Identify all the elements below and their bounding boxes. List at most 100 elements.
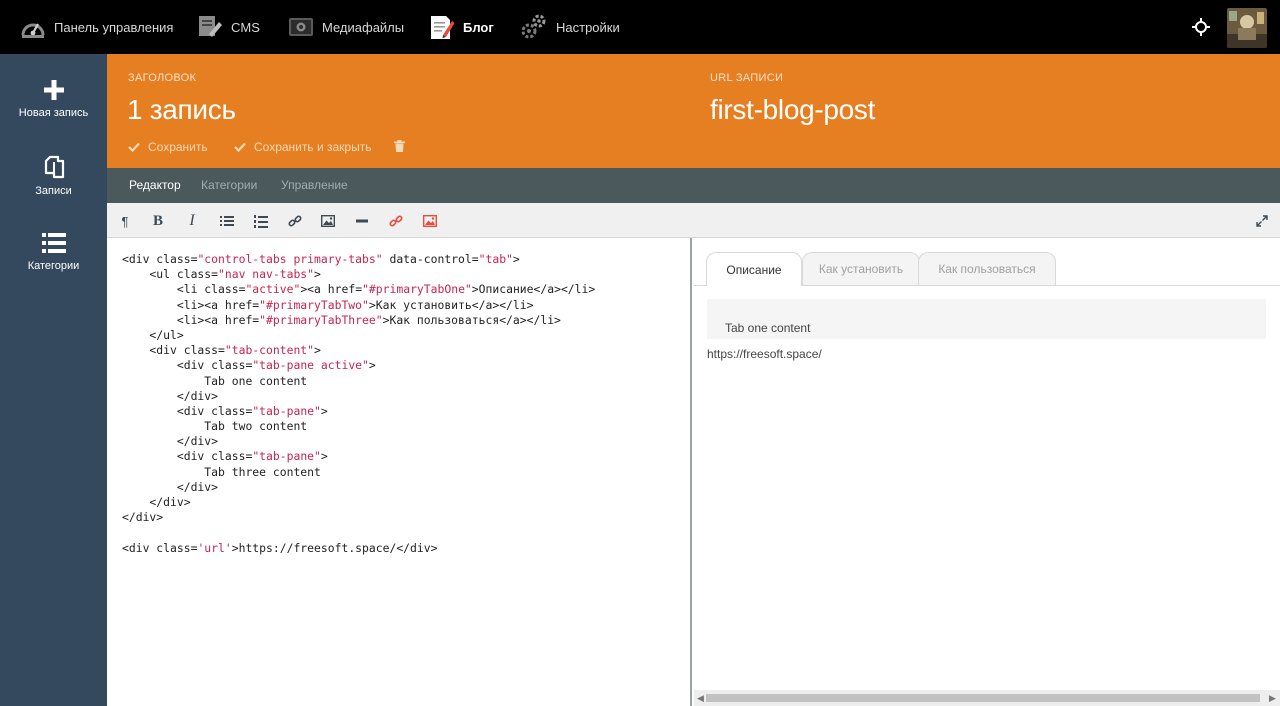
blog-icon xyxy=(431,16,455,39)
preview-tab-description[interactable]: Описание xyxy=(706,252,802,286)
code-token: Tab two content xyxy=(122,419,308,434)
scrollbar-thumb[interactable] xyxy=(706,694,1260,702)
tab-management[interactable]: Управление xyxy=(281,178,348,192)
title-label: ЗАГОЛОВОК xyxy=(128,72,197,84)
code-token: </div> xyxy=(122,479,219,494)
code-token: </div> xyxy=(122,510,164,525)
sidebar: Новая запись Записи Категории xyxy=(0,54,107,706)
media-icon xyxy=(289,18,313,36)
crosshair-icon[interactable] xyxy=(1192,18,1210,41)
code-string: "#primaryTabTwo" xyxy=(259,297,369,312)
list-icon xyxy=(41,233,66,253)
save-button[interactable]: Сохранить xyxy=(128,140,208,154)
italic-icon[interactable]: I xyxy=(182,211,202,231)
code-string: "tab-content" xyxy=(224,343,315,358)
delete-button[interactable] xyxy=(394,140,413,152)
url-label: URL ЗАПИСИ xyxy=(710,72,784,84)
code-token: <li><a href= xyxy=(122,312,260,327)
code-line: </div> xyxy=(122,510,595,525)
sidebar-item-categories[interactable]: Категории xyxy=(0,232,107,272)
image-icon[interactable] xyxy=(318,211,338,231)
tab-editor[interactable]: Редактор xyxy=(129,178,181,192)
bold-icon[interactable]: B xyxy=(148,211,168,231)
code-token: >https://freesoft.space/</div> xyxy=(231,540,438,555)
code-string: "#primaryTabThree" xyxy=(259,312,383,327)
tab-categories[interactable]: Категории xyxy=(201,178,257,192)
code-token: >Описание</a></li> xyxy=(471,282,596,297)
code-token: <div class= xyxy=(122,540,198,555)
code-token: <div class= xyxy=(122,403,253,418)
nav-cms-label: CMS xyxy=(231,19,260,35)
nav-blog-label: Блог xyxy=(463,19,494,35)
code-line: Tab two content xyxy=(122,419,595,434)
sidebar-item-new-post[interactable]: Новая запись xyxy=(0,79,107,119)
preview-url: https://freesoft.space/ xyxy=(707,347,822,361)
url-input[interactable]: first-blog-post xyxy=(710,94,875,126)
scroll-right-icon[interactable]: ▶ xyxy=(1269,693,1276,704)
code-token: > xyxy=(314,267,321,282)
scroll-left-icon[interactable]: ◀ xyxy=(697,693,704,704)
settings-icon xyxy=(521,14,546,39)
code-token: </div> xyxy=(122,434,219,449)
code-text[interactable]: <div class= "control-tabs primary-tabs" d… xyxy=(122,252,595,556)
code-line: </div> xyxy=(122,389,595,404)
code-token: <div class= xyxy=(122,449,253,464)
code-string: "tab-pane" xyxy=(252,449,321,464)
preview-tab-usage[interactable]: Как пользоваться xyxy=(918,252,1056,285)
code-token: Tab three content xyxy=(122,464,321,479)
code-token: > xyxy=(320,403,328,418)
check-icon xyxy=(234,142,246,152)
code-line: <li><a href="#primaryTabThree">Как польз… xyxy=(122,313,595,328)
fullscreen-icon[interactable] xyxy=(1252,211,1272,231)
sidebar-item-label: Новая запись xyxy=(18,107,89,119)
code-line: <div class="tab-pane active"> xyxy=(122,358,595,373)
code-line: Tab three content xyxy=(122,465,595,480)
title-input[interactable]: 1 запись xyxy=(127,94,236,126)
save-close-button[interactable]: Сохранить и закрыть xyxy=(234,140,371,154)
bullet-list-icon[interactable] xyxy=(217,211,237,231)
save-close-label: Сохранить и закрыть xyxy=(254,140,372,154)
code-line: Tab one content xyxy=(122,374,595,389)
code-line: <ul class="nav nav-tabs"> xyxy=(122,267,595,282)
code-line: </div> xyxy=(122,434,595,449)
code-line: <li class="active"><a href="#primaryTabO… xyxy=(122,282,595,297)
code-line: <li><a href="#primaryTabTwo">Как установ… xyxy=(122,298,595,313)
link-icon[interactable] xyxy=(285,211,305,231)
code-line: <div class="tab-pane"> xyxy=(122,449,595,464)
nav-media[interactable]: Медиафайлы xyxy=(288,0,404,54)
media-link-icon[interactable] xyxy=(386,211,406,231)
code-line: </div> xyxy=(122,495,595,510)
code-string: "control-tabs primary-tabs" xyxy=(197,252,383,266)
code-line: </ul> xyxy=(122,328,595,343)
paragraph-icon[interactable]: ¶ xyxy=(115,211,135,231)
horizontal-scrollbar[interactable]: ◀ ▶ xyxy=(694,690,1280,706)
nav-dashboard[interactable]: Панель управления xyxy=(20,0,173,54)
code-token: <ul class= xyxy=(122,267,219,282)
code-string: "tab" xyxy=(478,252,513,266)
media-image-icon[interactable] xyxy=(420,211,440,231)
preview-tab-install[interactable]: Как установить xyxy=(802,252,920,285)
nav-media-label: Медиафайлы xyxy=(322,19,405,35)
code-token: <div class= xyxy=(122,343,225,358)
nav-settings[interactable]: Настройки xyxy=(520,0,620,54)
code-token: </div> xyxy=(122,388,219,403)
code-token: >Как установить</a></li> xyxy=(368,297,534,312)
preview-pane: Описание Как установить Как пользоваться… xyxy=(694,238,1280,706)
code-editor[interactable]: <div class= "control-tabs primary-tabs" d… xyxy=(107,238,692,706)
code-token: <li><a href= xyxy=(122,297,260,312)
code-token: >Как пользоваться</a></li> xyxy=(382,312,561,327)
nav-blog[interactable]: Блог xyxy=(429,0,494,54)
post-header: ЗАГОЛОВОК 1 запись URL ЗАПИСИ first-blog… xyxy=(107,54,1280,168)
numbered-list-icon[interactable] xyxy=(251,211,271,231)
code-token: </div> xyxy=(122,495,191,509)
editor-toolbar: ¶ B I xyxy=(107,203,1280,238)
code-string: "tab-pane" xyxy=(252,403,321,418)
nav-cms[interactable]: CMS xyxy=(197,0,260,54)
sidebar-item-posts[interactable]: Записи xyxy=(0,155,107,197)
editor-tabs: Редактор Категории Управление xyxy=(107,168,1280,203)
avatar[interactable] xyxy=(1227,8,1267,48)
sidebar-item-label: Записи xyxy=(35,185,72,197)
code-token: data-control= xyxy=(382,252,479,266)
nav-dashboard-label: Панель управления xyxy=(54,19,174,35)
horizontal-rule-icon[interactable] xyxy=(352,211,372,231)
